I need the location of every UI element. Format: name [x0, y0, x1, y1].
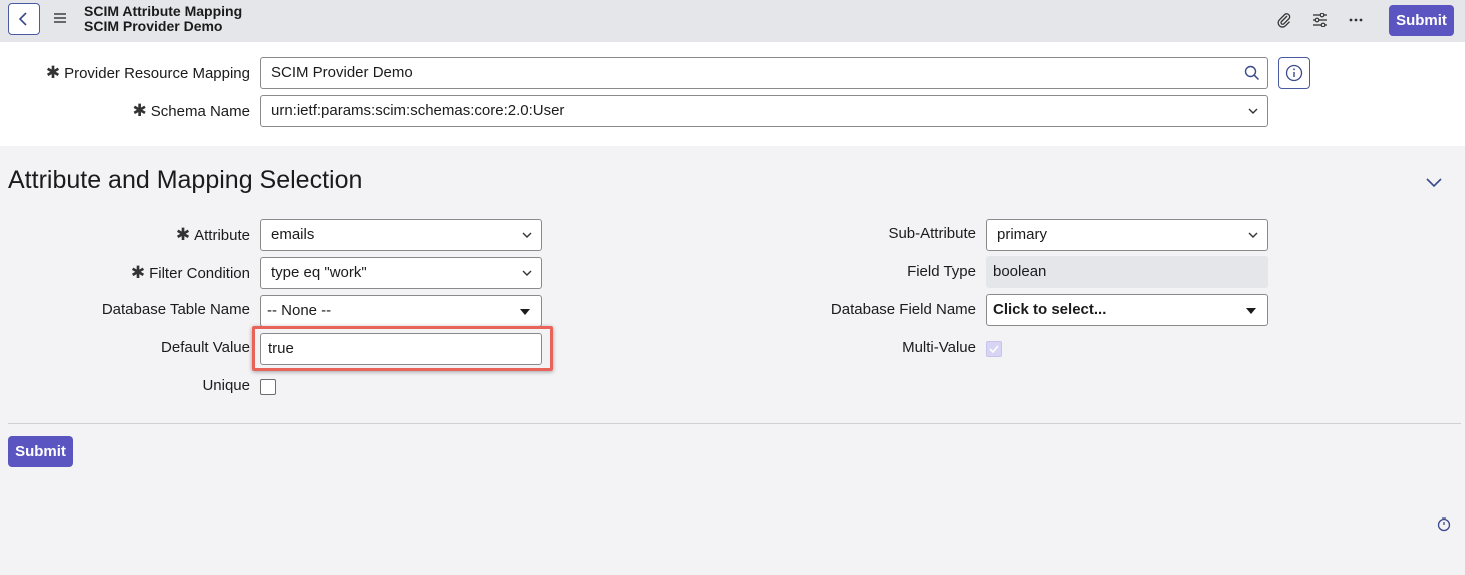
database-field-name-select[interactable]: Click to select... [986, 294, 1268, 326]
filter-condition-label: ✱ Filter Condition [130, 263, 250, 282]
required-icon: ✱ [45, 63, 61, 82]
schema-name-select[interactable]: urn:ietf:params:scim:schemas:core:2.0:Us… [260, 95, 1268, 127]
default-value-input[interactable]: true [260, 333, 542, 365]
sub-attribute-value: primary [997, 226, 1048, 243]
database-table-name-label: Database Table Name [101, 301, 250, 318]
top-header: SCIM Attribute Mapping SCIM Provider Dem… [0, 0, 1465, 42]
more-icon [1349, 18, 1363, 22]
provider-mapping-label: ✱ Provider Resource Mapping [45, 63, 250, 82]
multi-value-checkbox [986, 341, 1002, 357]
field-type-label: Field Type [907, 263, 976, 280]
page-subtitle: SCIM Provider Demo [84, 18, 223, 34]
database-table-name-select[interactable]: -- None -- [260, 295, 542, 327]
database-field-name-label: Database Field Name [830, 301, 976, 318]
menu-button[interactable] [52, 10, 68, 26]
page-title: SCIM Attribute Mapping [84, 3, 243, 19]
checkmark-icon [989, 345, 999, 354]
timer-icon[interactable] [1436, 516, 1452, 532]
collapse-chevron-icon[interactable] [1424, 174, 1444, 190]
chevron-down-icon [1248, 232, 1258, 238]
attribute-select[interactable]: emails [260, 219, 542, 251]
required-icon: ✱ [175, 225, 191, 244]
search-icon [1244, 65, 1259, 81]
database-table-name-value: -- None -- [267, 302, 332, 319]
attachment-button[interactable] [1273, 9, 1295, 31]
more-options-button[interactable] [1345, 9, 1367, 31]
required-icon: ✱ [130, 263, 146, 282]
dropdown-triangle-icon [1246, 308, 1256, 314]
header-submit-button[interactable]: Submit [1389, 5, 1454, 36]
default-value-label: Default Value [161, 339, 250, 356]
menu-icon [54, 13, 66, 23]
section-divider [8, 423, 1461, 424]
dropdown-triangle-icon [520, 309, 530, 315]
back-button[interactable] [8, 3, 40, 35]
back-icon [18, 12, 27, 26]
chevron-down-icon [522, 232, 532, 238]
required-icon: ✱ [132, 101, 147, 120]
page-title-block: SCIM Attribute Mapping SCIM Provider Dem… [84, 4, 242, 34]
unique-label: Unique [202, 377, 250, 394]
attribute-label: ✱ Attribute [175, 225, 250, 244]
info-button[interactable] [1278, 57, 1310, 89]
attribute-value: emails [271, 226, 315, 243]
chevron-down-icon [1248, 108, 1258, 114]
provider-mapping-input[interactable]: SCIM Provider Demo [260, 57, 1237, 89]
database-field-name-value: Click to select... [993, 301, 1107, 318]
schema-name-value: urn:ietf:params:scim:schemas:core:2.0:Us… [271, 102, 565, 119]
attachment-icon [1277, 13, 1291, 28]
filter-condition-select[interactable]: type eq "work" [260, 257, 542, 289]
filter-condition-value: type eq "work" [271, 264, 367, 281]
schema-name-label: ✱ Schema Name [132, 101, 250, 120]
section-title: Attribute and Mapping Selection [8, 166, 363, 194]
field-type-value: boolean [986, 256, 1268, 288]
settings-sliders-icon [1313, 13, 1327, 27]
settings-button[interactable] [1309, 9, 1331, 31]
footer-submit-button[interactable]: Submit [8, 436, 73, 467]
multi-value-label: Multi-Value [902, 339, 976, 356]
sub-attribute-label: Sub-Attribute [888, 225, 976, 242]
info-icon [1285, 64, 1303, 82]
unique-checkbox[interactable] [260, 379, 276, 395]
chevron-down-icon [522, 270, 532, 276]
lookup-search-button[interactable] [1236, 57, 1268, 89]
sub-attribute-select[interactable]: primary [986, 219, 1268, 251]
